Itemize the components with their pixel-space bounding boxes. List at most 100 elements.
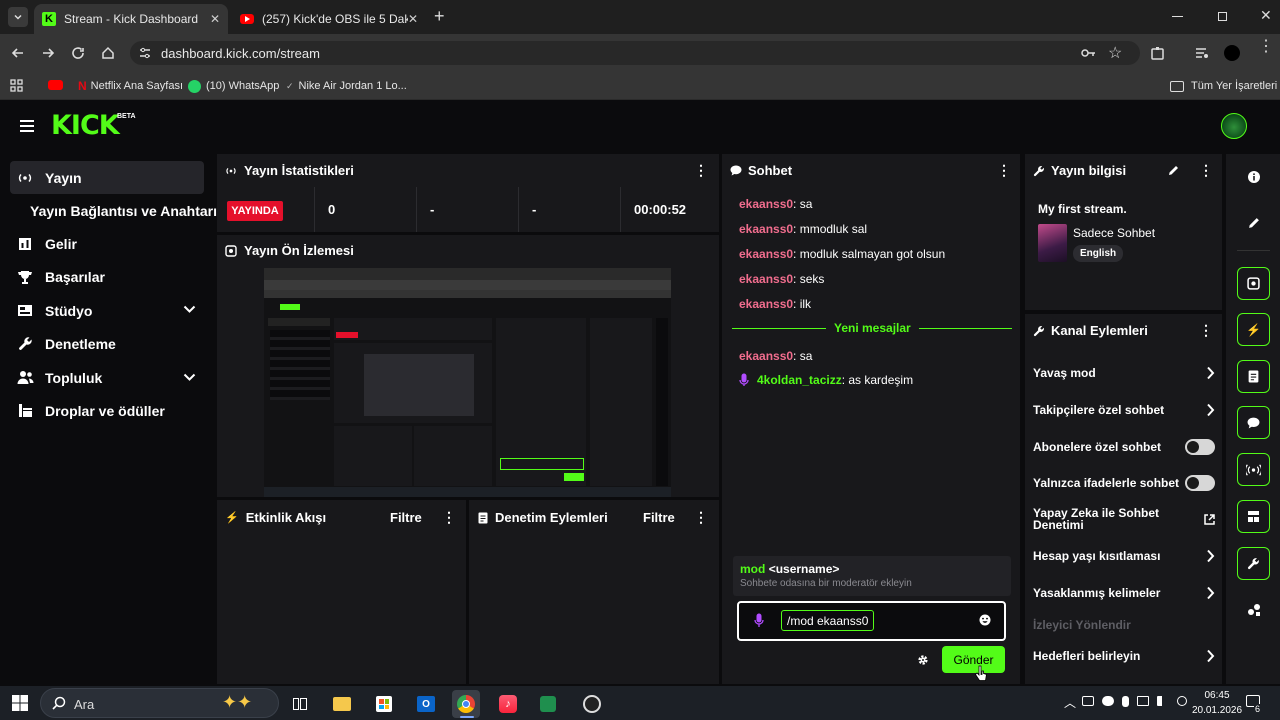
kebab-menu-icon[interactable]: ⋮ [694, 162, 708, 179]
file-explorer-icon[interactable] [328, 690, 356, 718]
password-key-icon[interactable] [1080, 46, 1096, 60]
windows-start-icon[interactable] [12, 695, 28, 711]
chat-username[interactable]: ekaanss0 [739, 197, 793, 211]
clock-time[interactable]: 06:45 [1197, 690, 1237, 701]
chat-username[interactable]: ekaanss0 [739, 222, 793, 236]
sidebar-item-topluluk[interactable]: Topluluk [10, 361, 204, 394]
sidebar-item-basarilar[interactable]: Başarılar [10, 260, 204, 293]
close-window-icon[interactable]: ✕ [1260, 7, 1272, 24]
bookmark-whatsapp[interactable]: (10) WhatsApp [188, 72, 279, 100]
close-icon[interactable]: ✕ [408, 12, 418, 26]
forward-icon[interactable] [40, 45, 56, 61]
all-bookmarks[interactable]: Tüm Yer İşaretleri [1170, 72, 1277, 100]
kebab-menu-icon[interactable]: ⋮ [1199, 322, 1213, 339]
emoji-icon[interactable] [979, 614, 991, 626]
modlog-filter-button[interactable]: Filtre [643, 510, 675, 525]
category-name[interactable]: Sadece Sohbet [1073, 226, 1155, 240]
back-icon[interactable] [10, 45, 26, 61]
bookmark-nike[interactable]: ✓ Nike Air Jordan 1 Lo... [286, 72, 407, 100]
chrome-icon[interactable] [452, 690, 480, 718]
site-info-icon[interactable] [138, 46, 152, 60]
profile-avatar[interactable] [1224, 45, 1240, 61]
edit-layout-button[interactable] [1237, 206, 1270, 239]
sidebar-item-gelir[interactable]: Gelir [10, 227, 204, 260]
widget-modlog-button[interactable] [1237, 360, 1270, 393]
store-icon[interactable] [370, 690, 398, 718]
sidebar-item-stream-key[interactable]: Yayın Bağlantısı ve Anahtarı [20, 194, 217, 227]
activity-filter-button[interactable]: Filtre [390, 510, 422, 525]
media-control-icon[interactable] [1194, 45, 1210, 61]
chat-input-value[interactable]: /mod ekaanss0 [781, 610, 875, 631]
sidebar-item-studyo[interactable]: Stüdyo [10, 294, 204, 327]
chat-message[interactable]: ekaanss0: sa [739, 197, 812, 211]
home-icon[interactable] [100, 45, 116, 61]
outlook-icon[interactable]: O [412, 690, 440, 718]
widget-stream-info-button[interactable] [1237, 500, 1270, 533]
action-set-goals[interactable]: Hedefleri belirleyin [1033, 649, 1215, 663]
chat-message[interactable]: ekaanss0: sa [739, 349, 812, 363]
game-app-icon[interactable] [534, 690, 562, 718]
sidebar-item-denetleme[interactable]: Denetleme [10, 327, 204, 360]
subscribers-only-toggle[interactable] [1185, 439, 1215, 455]
chat-username[interactable]: ekaanss0 [739, 247, 793, 261]
action-followers-only[interactable]: Takipçilere özel sohbet [1033, 403, 1215, 417]
chat-username[interactable]: ekaanss0 [739, 349, 793, 363]
action-banned-words[interactable]: Yasaklanmış kelimeler [1033, 586, 1215, 600]
chat-username[interactable]: ekaanss0 [739, 297, 793, 311]
tab-youtube[interactable]: (257) Kick'de OBS ile 5 Dakikad ✕ [232, 4, 426, 34]
obs-icon[interactable] [578, 690, 606, 718]
chevron-down-icon[interactable] [183, 373, 196, 382]
extensions-icon[interactable] [1150, 45, 1166, 61]
edit-pencil-icon[interactable] [1168, 165, 1179, 176]
url-text[interactable]: dashboard.kick.com/stream [161, 46, 320, 61]
tab-search-button[interactable] [8, 7, 28, 27]
new-tab-button[interactable]: + [434, 7, 445, 25]
widget-channel-actions-button[interactable] [1237, 547, 1270, 580]
action-ai-moderation[interactable]: Yapay Zeka ile Sohbet Denetimi [1033, 507, 1215, 531]
reload-icon[interactable] [70, 45, 86, 61]
hamburger-menu-icon[interactable] [19, 119, 35, 133]
widget-activity-button[interactable]: ⚡ [1237, 313, 1270, 346]
chat-message[interactable]: ekaanss0: seks [739, 272, 824, 286]
kebab-menu-icon[interactable]: ⋮ [694, 509, 708, 526]
tray-icons[interactable] [1082, 696, 1187, 707]
action-account-age[interactable]: Hesap yaşı kısıtlaması [1033, 549, 1215, 563]
bookmark-netflix[interactable]: N Netflix Ana Sayfası [78, 72, 183, 100]
settings-gear-icon[interactable] [917, 654, 929, 666]
kebab-menu-icon[interactable]: ⋮ [1199, 162, 1213, 179]
microphone-icon[interactable] [754, 613, 764, 628]
user-avatar[interactable] [1221, 113, 1247, 139]
chevron-down-icon[interactable] [183, 305, 196, 314]
kebab-menu-icon[interactable]: ⋮ [1258, 39, 1274, 55]
sidebar-item-droplar[interactable]: Droplar ve ödüller [10, 394, 204, 427]
kick-logo[interactable]: KICK [51, 110, 120, 142]
chat-message[interactable]: ekaanss0: modluk salmayan got olsun [739, 247, 945, 261]
widget-stats-button[interactable] [1237, 453, 1270, 486]
music-app-icon[interactable]: ♪ [494, 690, 522, 718]
info-button[interactable] [1237, 160, 1270, 193]
stream-preview-video[interactable] [264, 268, 671, 497]
kebab-menu-icon[interactable]: ⋮ [997, 162, 1011, 179]
add-widget-button[interactable] [1237, 593, 1270, 626]
category-thumbnail[interactable] [1038, 224, 1067, 262]
widget-chat-button[interactable] [1237, 406, 1270, 439]
tab-kick-dashboard[interactable]: K Stream - Kick Dashboard ✕ [34, 4, 228, 34]
widget-preview-button[interactable] [1237, 267, 1270, 300]
close-icon[interactable]: ✕ [210, 12, 220, 26]
bookmark-star-icon[interactable]: ☆ [1108, 43, 1122, 63]
task-view-icon[interactable] [286, 690, 314, 718]
action-emotes-only[interactable]: Yalnızca ifadelerle sohbet [1033, 475, 1215, 491]
chat-username[interactable]: 4koldan_tacizz [757, 373, 842, 387]
youtube-bookmark[interactable] [48, 80, 63, 90]
kebab-menu-icon[interactable]: ⋮ [442, 509, 456, 526]
minimize-icon[interactable] [1172, 16, 1183, 17]
action-slow-mode[interactable]: Yavaş mod [1033, 366, 1215, 380]
chat-username[interactable]: ekaanss0 [739, 272, 793, 286]
clock-date[interactable]: 20.01.2026 [1184, 705, 1250, 716]
chat-message[interactable]: ekaanss0: ilk [739, 297, 811, 311]
action-subscribers-only[interactable]: Abonelere özel sohbet [1033, 439, 1215, 455]
chat-message[interactable]: 4koldan_tacizz: as kardeşim [739, 373, 913, 387]
emotes-only-toggle[interactable] [1185, 475, 1215, 491]
chat-message[interactable]: ekaanss0: mmodluk sal [739, 222, 867, 236]
restore-icon[interactable] [1218, 12, 1227, 21]
